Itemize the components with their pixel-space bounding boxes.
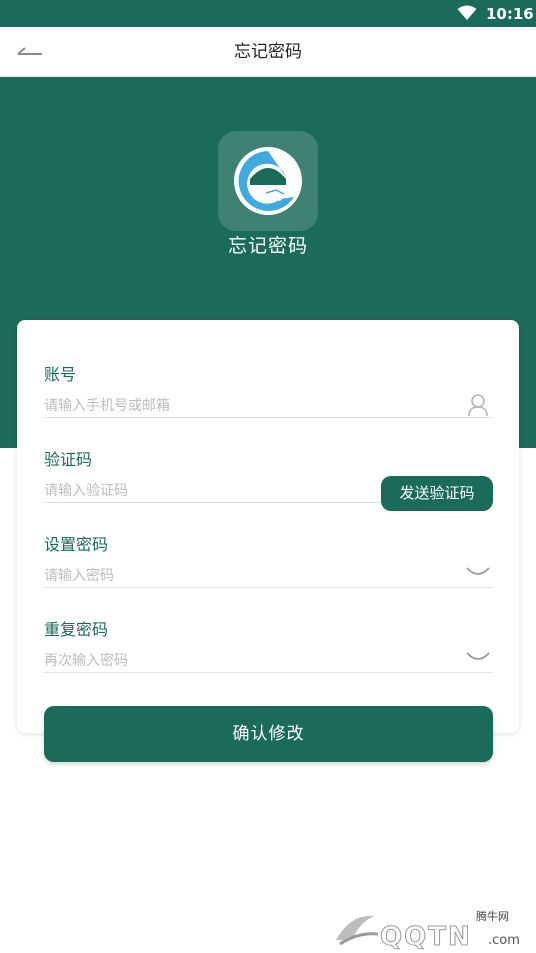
status-time: 10:16 (486, 5, 534, 23)
account-input[interactable] (44, 395, 364, 417)
repeat-password-field: 重复密码 (44, 588, 493, 673)
watermark-site: 腾牛网 (476, 910, 509, 923)
hero-title: 忘记密码 (227, 235, 308, 257)
confirm-button[interactable]: 确认修改 (44, 706, 493, 762)
repeat-password-label: 重复密码 (44, 620, 109, 639)
code-label: 验证码 (44, 450, 93, 469)
watermark-tld: .com (488, 933, 520, 948)
arrow-left-icon (17, 47, 42, 55)
password-field: 设置密码 (44, 503, 493, 588)
account-label: 账号 (44, 365, 77, 384)
code-field: 验证码 发送验证码 (44, 418, 493, 511)
back-button[interactable] (12, 39, 46, 65)
eye-closed-icon[interactable] (465, 565, 491, 579)
wifi-icon (457, 5, 477, 20)
password-label: 设置密码 (44, 535, 109, 554)
page-title: 忘记密码 (234, 42, 302, 62)
watermark: 腾牛网 QQTN .com (330, 900, 530, 953)
form-card: 账号 验证码 发送验证码 设置密码 重复密码 (17, 320, 519, 733)
code-input[interactable] (44, 480, 364, 502)
watermark-logo-icon (336, 915, 379, 946)
app-logo (218, 131, 318, 231)
status-bar: 10:16 (0, 0, 536, 27)
password-input[interactable] (44, 565, 364, 587)
account-field: 账号 (44, 333, 493, 418)
eye-closed-icon[interactable] (465, 650, 491, 664)
user-icon (468, 394, 488, 417)
handshake-logo-icon (234, 147, 302, 215)
repeat-password-input[interactable] (44, 650, 364, 672)
title-bar: 忘记密码 (0, 27, 536, 77)
watermark-brand: QQTN (380, 922, 472, 953)
